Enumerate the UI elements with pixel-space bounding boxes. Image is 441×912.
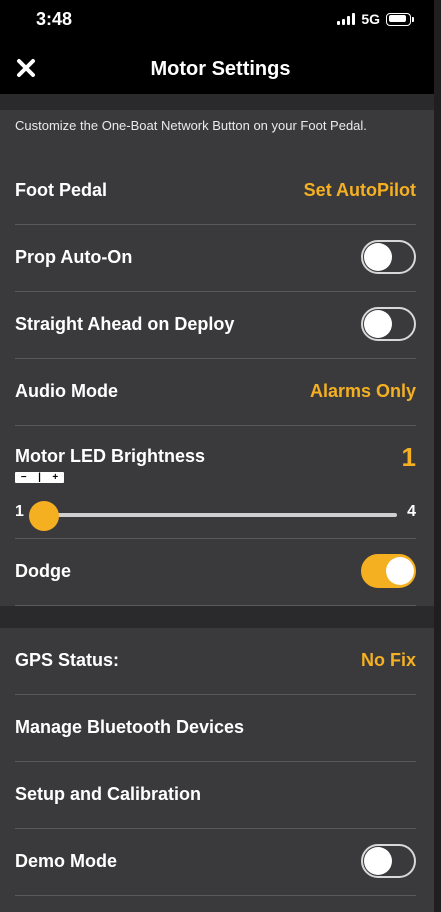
straight-ahead-label: Straight Ahead on Deploy bbox=[15, 314, 235, 334]
bluetooth-label: Manage Bluetooth Devices bbox=[15, 717, 245, 737]
prop-auto-on-toggle[interactable] bbox=[361, 240, 416, 274]
demo-mode-toggle[interactable] bbox=[361, 844, 416, 878]
prop-auto-on-label: Prop Auto-On bbox=[15, 247, 133, 267]
plus-icon: + bbox=[52, 472, 59, 483]
battery-icon bbox=[386, 12, 414, 26]
straight-ahead-row: Straight Ahead on Deploy bbox=[15, 292, 416, 359]
demo-mode-label: Demo Mode bbox=[15, 851, 118, 871]
demo-mode-row: Demo Mode bbox=[15, 829, 416, 896]
led-brightness-row: Motor LED Brightness 1 − | + 1 4 bbox=[15, 426, 416, 539]
audio-mode-row[interactable]: Audio Mode Alarms Only bbox=[15, 359, 416, 426]
slider-max-label: 4 bbox=[407, 503, 416, 520]
dodge-label: Dodge bbox=[15, 561, 71, 581]
signal-icon bbox=[337, 13, 356, 25]
foot-pedal-label: Foot Pedal bbox=[15, 180, 108, 200]
setup-calibration-label: Setup and Calibration bbox=[15, 784, 202, 804]
led-brightness-label: Motor LED Brightness bbox=[15, 446, 206, 466]
section-description: Customize the One-Boat Network Button on… bbox=[15, 118, 367, 133]
straight-ahead-toggle[interactable] bbox=[361, 307, 416, 341]
foot-pedal-row[interactable]: Foot Pedal Set AutoPilot bbox=[15, 158, 416, 225]
foot-pedal-value[interactable]: Set AutoPilot bbox=[304, 180, 416, 201]
nav-bar: Motor Settings bbox=[0, 44, 441, 94]
minus-icon: − bbox=[20, 472, 27, 483]
audio-mode-value[interactable]: Alarms Only bbox=[310, 381, 416, 402]
gps-status-value: No Fix bbox=[360, 650, 416, 670]
status-time: 3:48 bbox=[36, 9, 73, 29]
prop-auto-on-row: Prop Auto-On bbox=[15, 225, 416, 292]
slider-min-label: 1 bbox=[15, 503, 24, 520]
setup-calibration-row[interactable]: Setup and Calibration bbox=[15, 762, 416, 829]
led-brightness-slider-thumb[interactable] bbox=[29, 501, 59, 531]
separator: | bbox=[38, 472, 41, 483]
gps-status-row: GPS Status: No Fix bbox=[15, 628, 416, 695]
section-gap bbox=[0, 606, 434, 628]
network-label: 5G bbox=[361, 11, 380, 27]
page-title: Motor Settings bbox=[150, 58, 291, 80]
gps-status-label: GPS Status: bbox=[15, 650, 120, 670]
status-bar: 3:48 5G bbox=[0, 0, 441, 44]
status-indicators: 5G bbox=[337, 11, 414, 27]
header-spacer bbox=[0, 94, 434, 110]
led-brightness-value: 1 bbox=[401, 442, 416, 472]
right-edge bbox=[434, 0, 441, 912]
dodge-row: Dodge bbox=[15, 539, 416, 606]
dodge-toggle[interactable] bbox=[361, 554, 416, 588]
bluetooth-row[interactable]: Manage Bluetooth Devices bbox=[15, 695, 416, 762]
led-brightness-mini-control: − | + bbox=[15, 472, 64, 483]
led-brightness-slider-track[interactable] bbox=[44, 513, 397, 517]
audio-mode-label: Audio Mode bbox=[15, 381, 118, 401]
